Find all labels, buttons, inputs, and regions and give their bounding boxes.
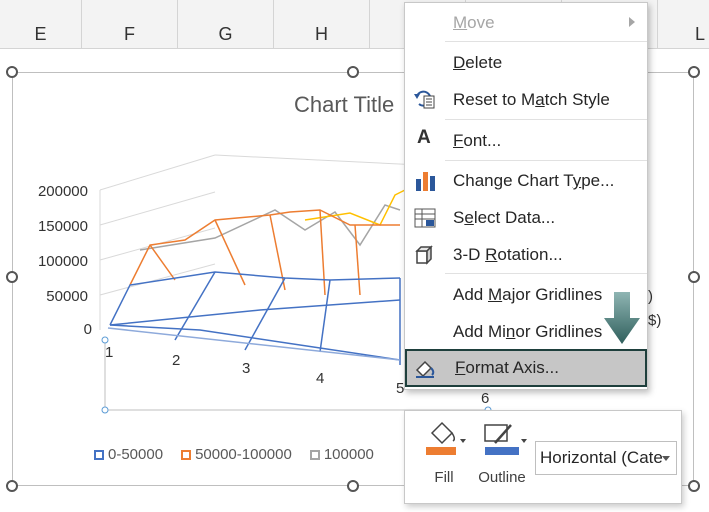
format-axis-icon bbox=[415, 360, 435, 378]
pen-outline-icon bbox=[484, 424, 527, 455]
paint-bucket-icon bbox=[426, 421, 466, 455]
legend-item[interactable]: 0-50000 bbox=[94, 446, 163, 463]
menu-item-label: Change Chart Type... bbox=[453, 171, 615, 190]
chart-type-icon bbox=[416, 172, 435, 191]
menu-separator bbox=[445, 160, 647, 161]
select-data-icon bbox=[414, 208, 436, 228]
y-tick-label: 50000 bbox=[46, 288, 88, 305]
legend-label: 0-50000 bbox=[108, 446, 164, 463]
menu-item-delete[interactable]: Delete bbox=[405, 45, 647, 81]
menu-item-font[interactable]: A Font... bbox=[405, 123, 647, 159]
mini-toolbar: Fill Outline Horizontal (Cate bbox=[404, 410, 682, 504]
menu-item-label: Format Axis... bbox=[455, 358, 559, 377]
legend-swatch bbox=[181, 449, 192, 460]
menu-item-label: Move bbox=[453, 13, 495, 32]
legend-label: 100000 bbox=[323, 446, 374, 463]
series-label-fragment: $) bbox=[648, 312, 662, 329]
font-icon: A bbox=[417, 127, 431, 148]
chart-element-selector[interactable]: Horizontal (Cate bbox=[535, 441, 677, 475]
fill-label: Fill bbox=[434, 469, 454, 486]
reset-style-icon bbox=[414, 90, 435, 109]
y-tick-label: 150000 bbox=[37, 218, 88, 235]
y-tick-label: 0 bbox=[83, 321, 92, 338]
rotation-3d-icon bbox=[415, 245, 433, 265]
legend-item[interactable]: 100000 bbox=[309, 446, 374, 463]
menu-item-label: 3-D Rotation... bbox=[453, 245, 563, 264]
menu-item-label: Add Major Gridlines bbox=[453, 285, 603, 304]
x-tick-label: 2 bbox=[172, 352, 181, 369]
menu-item-label: Add Minor Gridlines bbox=[453, 322, 603, 341]
chart-legend[interactable]: 0-50000 50000-100000 100000 bbox=[94, 446, 374, 463]
menu-item-reset-to-match-style[interactable]: Reset to Match Style bbox=[405, 82, 647, 118]
menu-item-label: Select Data... bbox=[453, 208, 556, 227]
series-label-fragment: ) bbox=[648, 288, 653, 305]
menu-item-label: Reset to Match Style bbox=[453, 90, 610, 109]
chart-element-selector-value: Horizontal (Cate bbox=[540, 448, 663, 467]
submenu-arrow-icon bbox=[629, 17, 635, 27]
menu-item-format-axis[interactable]: Format Axis... bbox=[405, 349, 647, 387]
outline-label: Outline bbox=[478, 469, 526, 486]
series-50000-100000 bbox=[129, 209, 400, 296]
axis-handle bbox=[101, 406, 109, 414]
menu-separator bbox=[445, 273, 647, 274]
y-tick-label: 200000 bbox=[37, 183, 88, 200]
outline-button[interactable]: Outline bbox=[473, 419, 531, 486]
menu-separator bbox=[445, 119, 647, 120]
menu-item-label: Font... bbox=[453, 131, 502, 150]
legend-item[interactable]: 50000-100000 bbox=[181, 446, 292, 463]
x-tick-label: 3 bbox=[242, 360, 251, 377]
menu-item-label: Delete bbox=[453, 53, 503, 72]
chart-title[interactable]: Chart Title bbox=[294, 92, 394, 118]
fill-button[interactable]: Fill bbox=[419, 419, 469, 486]
x-tick-label: 1 bbox=[105, 344, 114, 361]
legend-swatch bbox=[94, 449, 104, 460]
chart-gridlines bbox=[99, 154, 421, 330]
y-tick-label: 100000 bbox=[37, 253, 88, 270]
legend-swatch bbox=[309, 449, 320, 460]
series-0-50000 bbox=[107, 271, 401, 365]
legend-label: 50000-100000 bbox=[195, 446, 292, 463]
x-tick-label: 4 bbox=[316, 370, 325, 387]
menu-item-select-data[interactable]: Select Data... bbox=[405, 200, 647, 236]
menu-item-change-chart-type[interactable]: Change Chart Type... bbox=[405, 163, 647, 199]
menu-item-3d-rotation[interactable]: 3-D Rotation... bbox=[405, 237, 647, 273]
axis-handle bbox=[101, 336, 109, 344]
dropdown-arrow-icon bbox=[662, 456, 670, 461]
menu-separator bbox=[445, 41, 647, 42]
series-100000 bbox=[139, 204, 401, 251]
menu-item-move[interactable]: Move bbox=[405, 5, 647, 41]
x-tick-label: 6 bbox=[481, 390, 490, 407]
pointer-arrow-icon bbox=[604, 292, 640, 344]
